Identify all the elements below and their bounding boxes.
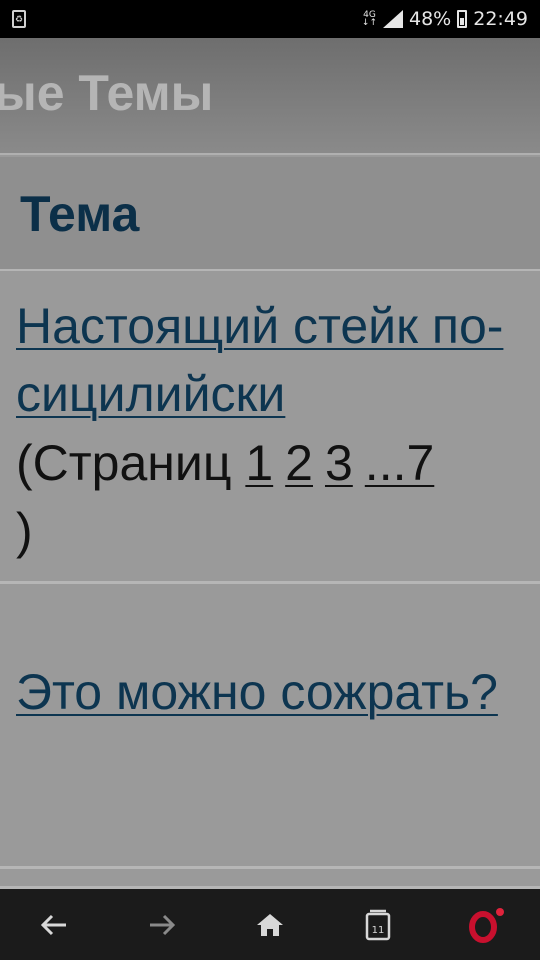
arrow-right-icon: [150, 914, 176, 935]
tabs-icon: 11: [365, 909, 391, 940]
opera-menu-button[interactable]: [456, 895, 516, 955]
clock: 22:49: [473, 8, 528, 30]
page-link[interactable]: 2: [285, 435, 313, 491]
back-button[interactable]: [24, 895, 84, 955]
table-row: Настоящий стейк по-сицилийски (Страниц 1…: [0, 271, 540, 584]
page-links: 1 2 3 ...7: [245, 435, 434, 491]
tabs-button[interactable]: 11: [348, 895, 408, 955]
page-link[interactable]: ...7: [365, 435, 434, 491]
recycle-icon: ♻: [12, 10, 26, 28]
topic-link[interactable]: Настоящий стейк по-сицилийски: [16, 292, 516, 428]
table-row: [0, 869, 540, 889]
arrow-left-icon: [40, 914, 66, 935]
data-arrows-icon: ↓↑: [361, 18, 377, 28]
column-header-topic: Тема: [20, 186, 140, 242]
status-bar: ♻ 4G ↓↑ 48% 22:49: [0, 0, 540, 38]
topic-link[interactable]: Это можно сожрать?: [16, 658, 516, 726]
page-link[interactable]: 3: [325, 435, 353, 491]
status-indicators: 4G ↓↑ 48% 22:49: [362, 7, 528, 31]
home-icon: [257, 913, 283, 936]
opera-logo-icon: [469, 907, 504, 943]
table-row: Это можно сожрать?: [0, 584, 540, 869]
table-header: Тема: [0, 157, 540, 271]
browser-nav-bar: 11: [0, 889, 540, 960]
page-header: ые Темы: [0, 38, 540, 155]
forward-button[interactable]: [132, 895, 192, 955]
battery-icon: [457, 10, 468, 28]
pages-info: (Страниц 1 2 3 ...7 ): [16, 429, 526, 565]
pages-suffix: ): [16, 503, 33, 559]
home-button[interactable]: [240, 895, 300, 955]
pages-prefix: (Страниц: [16, 435, 246, 491]
network-type: 4G ↓↑: [361, 10, 377, 28]
battery-percent: 48%: [409, 8, 452, 30]
signal-icon: [383, 10, 403, 28]
tabs-count: 11: [372, 925, 385, 936]
page-link[interactable]: 1: [245, 435, 273, 491]
page-title: ые Темы: [0, 65, 214, 121]
